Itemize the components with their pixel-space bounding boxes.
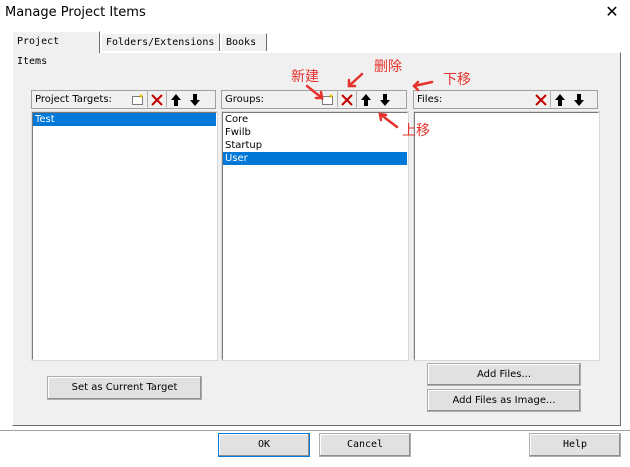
help-button[interactable]: Help [529, 433, 621, 457]
ok-button[interactable]: OK [218, 433, 310, 457]
tab-project-items[interactable]: Project Items [12, 31, 100, 67]
cancel-button[interactable]: Cancel [319, 433, 411, 457]
annotation-arrows [305, 72, 434, 129]
bottom-divider [0, 430, 630, 431]
